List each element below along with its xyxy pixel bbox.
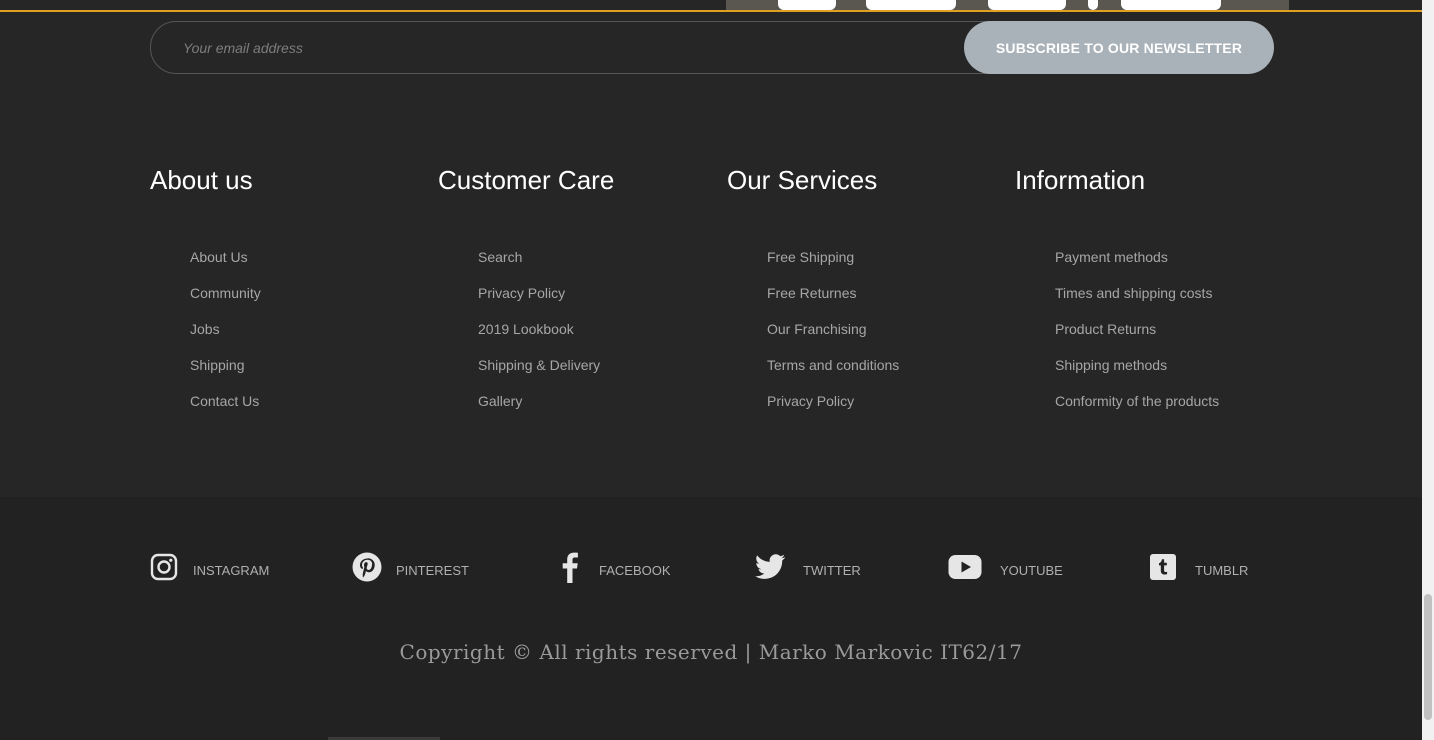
- instagram-icon: [149, 552, 179, 582]
- footer-column-about: About us About Us Community Jobs Shippin…: [150, 164, 261, 409]
- social-link-tumblr[interactable]: TUMBLR: [1148, 550, 1248, 584]
- footer-column-customer-care: Customer Care Search Privacy Policy 2019…: [438, 164, 615, 409]
- column-title: Our Services: [727, 165, 878, 195]
- pinterest-icon: [352, 552, 382, 582]
- footer-column-our-services: Our Services Free Shipping Free Returnes…: [727, 164, 899, 409]
- column-title: Information: [1015, 165, 1146, 195]
- footer-link-payment-methods[interactable]: Payment methods: [1055, 249, 1168, 265]
- vertical-scrollbar[interactable]: [1422, 0, 1434, 740]
- social-label: YOUTUBE: [1000, 562, 1063, 578]
- footer-social-section: [0, 497, 1422, 740]
- footer-link-jobs[interactable]: Jobs: [190, 321, 220, 337]
- footer-link-lookbook[interactable]: 2019 Lookbook: [478, 321, 574, 337]
- social-label: INSTAGRAM: [193, 562, 270, 578]
- footer-link-community[interactable]: Community: [190, 285, 261, 301]
- footer-link-contact-us[interactable]: Contact Us: [190, 393, 259, 409]
- footer-link-shipping[interactable]: Shipping: [190, 357, 245, 373]
- footer-link-free-shipping[interactable]: Free Shipping: [767, 249, 854, 265]
- social-label: TUMBLR: [1195, 562, 1249, 578]
- footer-link-free-returns[interactable]: Free Returnes: [767, 285, 856, 301]
- column-title: About us: [150, 165, 253, 195]
- subscribe-button[interactable]: SUBSCRIBE TO OUR NEWSLETTER: [964, 21, 1274, 74]
- footer-link-shipping-delivery[interactable]: Shipping & Delivery: [478, 357, 600, 373]
- copyright-text: Copyright © All rights reserved | Marko …: [399, 640, 1023, 664]
- footer-link-search[interactable]: Search: [478, 249, 522, 265]
- social-label: FACEBOOK: [599, 562, 671, 578]
- scrollbar-thumb[interactable]: [1424, 594, 1432, 720]
- social-link-youtube[interactable]: YOUTUBE: [948, 550, 1063, 584]
- footer-link-gallery[interactable]: Gallery: [478, 393, 522, 409]
- column-title: Customer Care: [438, 165, 615, 195]
- social-link-twitter[interactable]: TWITTER: [753, 550, 861, 584]
- youtube-icon: [948, 552, 982, 582]
- footer-link-privacy-policy[interactable]: Privacy Policy: [478, 285, 565, 301]
- tumblr-icon: [1148, 552, 1178, 582]
- link-list: Free Shipping Free Returnes Our Franchis…: [767, 248, 899, 428]
- footer-link-franchising[interactable]: Our Franchising: [767, 321, 867, 337]
- footer-link-shipping-methods[interactable]: Shipping methods: [1055, 357, 1167, 373]
- link-list: About Us Community Jobs Shipping Contact…: [190, 248, 261, 428]
- link-list: Payment methods Times and shipping costs…: [1055, 248, 1219, 428]
- accent-divider: [0, 10, 1422, 12]
- footer-link-product-returns[interactable]: Product Returns: [1055, 321, 1156, 337]
- social-label: PINTEREST: [396, 562, 469, 578]
- social-link-facebook[interactable]: FACEBOOK: [555, 550, 671, 584]
- hero-image-bottom-edge: [726, 0, 1289, 10]
- link-list: Search Privacy Policy 2019 Lookbook Ship…: [478, 248, 600, 428]
- social-label: TWITTER: [803, 562, 861, 578]
- newsletter-form: SUBSCRIBE TO OUR NEWSLETTER: [150, 21, 1274, 74]
- social-link-instagram[interactable]: INSTAGRAM: [149, 550, 269, 584]
- footer-link-conformity[interactable]: Conformity of the products: [1055, 393, 1219, 409]
- footer-link-terms[interactable]: Terms and conditions: [767, 357, 899, 373]
- social-link-pinterest[interactable]: PINTEREST: [352, 550, 469, 584]
- twitter-icon: [753, 552, 787, 582]
- facebook-icon: [555, 552, 585, 583]
- footer-column-information: Information Payment methods Times and sh…: [1015, 164, 1219, 409]
- page: SUBSCRIBE TO OUR NEWSLETTER About us Abo…: [0, 0, 1434, 740]
- footer-link-privacy-policy[interactable]: Privacy Policy: [767, 393, 854, 409]
- footer-link-shipping-costs[interactable]: Times and shipping costs: [1055, 285, 1212, 301]
- footer-link-about-us[interactable]: About Us: [190, 249, 248, 265]
